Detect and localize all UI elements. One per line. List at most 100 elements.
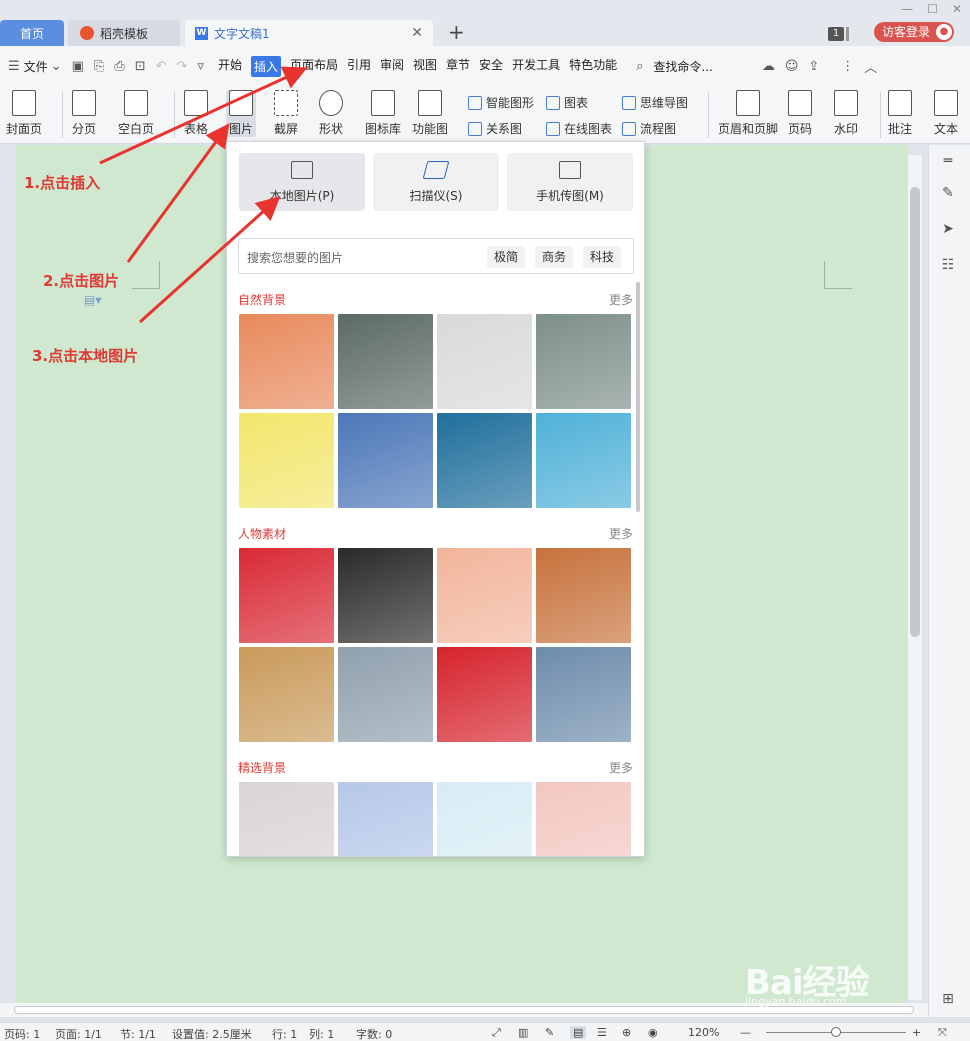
print-icon[interactable]: ⎙ (114, 59, 124, 74)
menu-item-9[interactable]: 特色功能 (569, 56, 617, 77)
undo-icon[interactable]: ↶ (156, 59, 167, 74)
tab-template[interactable]: 稻壳模板 (68, 20, 180, 46)
thumbnail-image[interactable] (437, 314, 532, 409)
menu-item-1[interactable]: 插入 (250, 55, 281, 77)
comment-button[interactable]: 批注 (888, 90, 912, 137)
close-window-icon[interactable]: ✕ (952, 2, 962, 16)
more-icon[interactable]: ⋮ (841, 59, 854, 74)
cursor-icon[interactable]: ➤ (939, 221, 957, 237)
zoom-out-icon[interactable]: — (740, 1026, 751, 1039)
online-chart-button[interactable]: 在线图表 (546, 120, 612, 137)
thumbnail-image[interactable] (536, 548, 631, 643)
collapse-ribbon-icon[interactable]: ︿ (864, 57, 877, 76)
vertical-scrollbar[interactable] (908, 155, 922, 1000)
read-mode-icon[interactable]: ▥ (518, 1026, 528, 1039)
zoom-slider-knob[interactable] (831, 1027, 841, 1037)
share-icon[interactable]: ⇪ (808, 59, 819, 74)
flowchart-button[interactable]: 流程图 (622, 120, 676, 137)
menu-item-7[interactable]: 安全 (479, 56, 503, 77)
function-chart-button[interactable]: 功能图 (412, 90, 448, 137)
thumbnail-image[interactable] (338, 413, 433, 508)
thumbnail-image[interactable] (437, 647, 532, 742)
mind-map-button[interactable]: 思维导图 (622, 94, 688, 111)
scanner-button[interactable]: 扫描仪(S) (373, 153, 499, 211)
search-icon[interactable]: ⌕ (636, 59, 643, 74)
picture-button[interactable]: 图片 (226, 90, 257, 137)
icon-library-button[interactable]: 图标库 (365, 90, 401, 137)
tab-document[interactable]: W 文字文稿1 ✕ (185, 20, 433, 46)
thumbnail-image[interactable] (338, 647, 433, 742)
fit-window-icon[interactable]: ⤧ (938, 1026, 947, 1040)
web-view-icon[interactable]: ⊕ (622, 1026, 631, 1039)
tag-business[interactable]: 商务 (535, 246, 574, 268)
thumbnail-image[interactable] (437, 782, 532, 856)
header-footer-button[interactable]: 页眉和页脚 (718, 90, 778, 137)
user-add-icon[interactable]: ☺ (785, 59, 799, 74)
menu-item-5[interactable]: 视图 (413, 56, 437, 77)
chevron-down-icon[interactable]: ⌄ (51, 59, 62, 74)
menu-item-4[interactable]: 审阅 (380, 56, 404, 77)
menu-item-3[interactable]: 引用 (347, 56, 371, 77)
grid-icon[interactable]: ⊞ (939, 991, 957, 1007)
thumbnail-image[interactable] (536, 647, 631, 742)
close-tab-icon[interactable]: ✕ (411, 25, 423, 41)
settings-sliders-icon[interactable]: ☷ (939, 257, 957, 273)
window-count-badge[interactable]: 1 (828, 27, 844, 41)
thumbnail-image[interactable] (239, 314, 334, 409)
scroll-thumb[interactable] (910, 187, 920, 637)
more-link-featured[interactable]: 更多 (609, 759, 633, 776)
page-view-icon[interactable]: ▤ (570, 1026, 587, 1039)
popup-scrollbar[interactable] (636, 282, 640, 512)
save-icon[interactable]: ▣ (72, 59, 84, 74)
redo-icon[interactable]: ↷ (177, 59, 188, 74)
menu-item-6[interactable]: 章节 (446, 56, 470, 77)
outline-view-icon[interactable]: ☰ (597, 1026, 607, 1039)
phone-upload-button[interactable]: 手机传图(M) (507, 153, 633, 211)
format-painter-icon[interactable]: ⎘ (94, 59, 104, 74)
menu-item-8[interactable]: 开发工具 (512, 56, 560, 77)
menu-item-2[interactable]: 页面布局 (290, 56, 338, 77)
eye-protect-icon[interactable]: ◉ (648, 1026, 658, 1039)
thumbnail-image[interactable] (239, 782, 334, 856)
tag-tech[interactable]: 科技 (583, 246, 622, 268)
thumbnail-image[interactable] (338, 782, 433, 856)
maximize-icon[interactable]: ☐ (927, 2, 938, 16)
text-button[interactable]: 文本 (934, 90, 958, 137)
screenshot-button[interactable]: 截屏 (274, 90, 298, 137)
page-break-button[interactable]: 分页 (72, 90, 96, 137)
thumbnail-image[interactable] (536, 314, 631, 409)
thumbnail-image[interactable] (338, 548, 433, 643)
command-search[interactable]: 查找命令... (653, 58, 712, 75)
zoom-level[interactable]: 120% (688, 1026, 719, 1039)
minimize-icon[interactable]: — (901, 2, 913, 16)
relation-chart-button[interactable]: 关系图 (468, 120, 522, 137)
more-link-people[interactable]: 更多 (609, 525, 633, 542)
paste-options-icon[interactable]: ▤▾ (84, 293, 101, 307)
write-mode-icon[interactable]: ✎ (545, 1026, 554, 1039)
file-menu[interactable]: 文件 (24, 58, 48, 75)
cover-page-button[interactable]: 封面页 (6, 90, 42, 137)
thumbnail-image[interactable] (437, 548, 532, 643)
login-button[interactable]: 访客登录 ● (874, 22, 954, 42)
thumbnail-image[interactable] (239, 548, 334, 643)
thumbnail-image[interactable] (437, 413, 532, 508)
new-tab-icon[interactable]: + (448, 20, 465, 44)
fullscreen-icon[interactable]: ⤢ (492, 1026, 501, 1040)
thumbnail-image[interactable] (536, 413, 631, 508)
tag-minimal[interactable]: 极简 (487, 246, 526, 268)
print-preview-icon[interactable]: ⊡ (135, 59, 146, 74)
blank-page-button[interactable]: 空白页 (118, 90, 154, 137)
shape-button[interactable]: 形状 (319, 90, 343, 137)
thumbnail-image[interactable] (338, 314, 433, 409)
more-link-nature[interactable]: 更多 (609, 291, 633, 308)
picture-search-input[interactable]: 搜索您想要的图片 极简 商务 科技 (238, 238, 634, 274)
table-button[interactable]: 表格 (184, 90, 208, 137)
customize-toolbar-icon[interactable]: ▿ (197, 59, 204, 74)
thumbnail-image[interactable] (239, 413, 334, 508)
chart-button[interactable]: 图表 (546, 94, 588, 111)
panel-handle-icon[interactable]: ═ (939, 153, 957, 169)
local-picture-button[interactable]: 本地图片(P) (239, 153, 365, 211)
thumbnail-image[interactable] (239, 647, 334, 742)
thumbnail-image[interactable] (536, 782, 631, 856)
page-number-button[interactable]: 页码 (788, 90, 812, 137)
